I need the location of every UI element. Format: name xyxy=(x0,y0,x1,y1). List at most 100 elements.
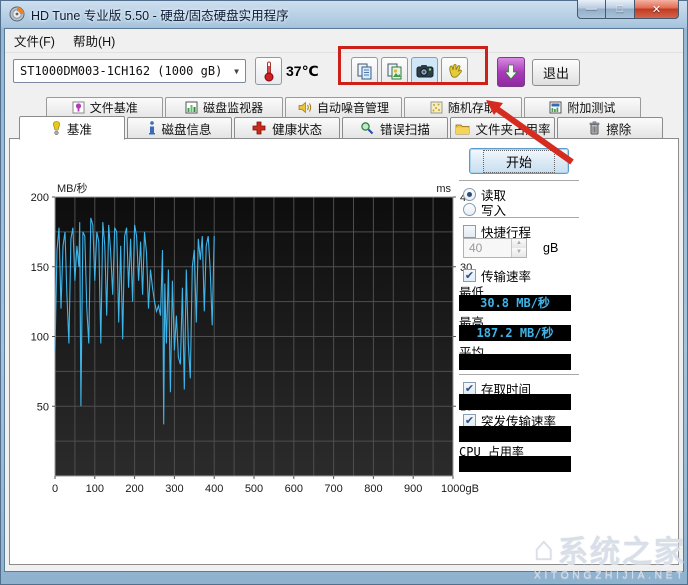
menu-file[interactable]: 文件(F) xyxy=(5,28,64,53)
thermometer-icon xyxy=(264,61,273,82)
client-area: 文件(F) 帮助(H) ST1000DM003-1CH162 (1000 gB)… xyxy=(4,28,684,572)
tab-label: 磁盘信息 xyxy=(161,122,212,137)
svg-text:MB/秒: MB/秒 xyxy=(57,181,88,195)
divider xyxy=(459,180,579,181)
spin-down-icon[interactable]: ▼ xyxy=(512,248,526,257)
tabs-main-row: 基准 磁盘信息 健康状态 错误扫描 文件夹占用率 擦除 xyxy=(19,116,665,140)
start-button[interactable]: 开始 xyxy=(469,148,569,174)
svg-text:200: 200 xyxy=(125,483,143,495)
close-icon: ✕ xyxy=(651,3,662,16)
file-benchmark-icon xyxy=(72,101,85,114)
disk-monitor-icon xyxy=(185,101,198,114)
extra-tests-icon xyxy=(549,101,562,114)
window-title: HD Tune 专业版 5.50 - 硬盘/固态硬盘实用程序 xyxy=(31,8,289,23)
divider xyxy=(459,217,579,218)
spin-up-icon[interactable]: ▲ xyxy=(512,239,526,248)
tab-error-scan[interactable]: 错误扫描 xyxy=(342,117,448,139)
toolbar: ST1000DM003-1CH162 (1000 gB) ▼ 37℃ 退出 xyxy=(5,54,683,96)
erase-trash-icon xyxy=(589,121,600,135)
tab-label: 错误扫描 xyxy=(379,122,430,137)
tab-disk-info[interactable]: 磁盘信息 xyxy=(126,117,233,139)
update-download-button[interactable] xyxy=(497,57,525,87)
drive-select-value: ST1000DM003-1CH162 (1000 gB) xyxy=(20,64,223,78)
minimize-button[interactable]: — xyxy=(577,0,606,19)
transfer-rate-checkbox[interactable]: ✔ xyxy=(463,269,476,282)
exit-button-label: 退出 xyxy=(542,66,569,81)
benchmark-chart: 0 100 200 300 400 500 600 700 800 900 1000gB 50 100 1… xyxy=(31,181,479,495)
tab-label: 随机存取 xyxy=(447,101,496,115)
tab-label: 擦除 xyxy=(606,122,632,137)
minimize-icon: — xyxy=(586,3,597,15)
check-icon: ✔ xyxy=(464,382,475,395)
temperature-button[interactable] xyxy=(255,57,282,85)
folder-usage-icon xyxy=(455,124,469,134)
tab-random-access[interactable]: 随机存取 xyxy=(404,97,522,117)
health-cross-icon xyxy=(252,121,266,135)
error-scan-icon xyxy=(361,122,374,135)
avg-value xyxy=(459,354,571,370)
tab-benchmark[interactable]: 基准 xyxy=(19,116,125,140)
download-arrow-icon xyxy=(504,64,518,80)
tab-label: 基准 xyxy=(66,122,92,137)
tab-extra-tests[interactable]: 附加测试 xyxy=(523,97,642,117)
tab-label: 健康状态 xyxy=(272,122,323,137)
benchmark-icon xyxy=(52,121,60,135)
hand-icon xyxy=(448,64,462,78)
tab-disk-monitor[interactable]: 磁盘监视器 xyxy=(165,97,283,117)
tab-label: 文件夹占用率 xyxy=(475,122,551,137)
tab-label: 附加测试 xyxy=(567,101,616,115)
tab-folder-usage[interactable]: 文件夹占用率 xyxy=(449,117,556,139)
maximize-button[interactable]: □ xyxy=(606,0,634,19)
transfer-rate-label: 传输速率 xyxy=(481,270,532,284)
shortstroke-size-value: 40 xyxy=(469,241,483,255)
write-radio[interactable] xyxy=(463,203,476,216)
check-icon: ✔ xyxy=(464,414,475,427)
copy-image-button[interactable] xyxy=(381,57,408,85)
disk-info-icon xyxy=(148,121,155,135)
min-value: 30.8 MB/秒 xyxy=(459,295,571,311)
svg-text:1000gB: 1000gB xyxy=(441,483,479,495)
svg-text:500: 500 xyxy=(245,483,263,495)
menu-bar: 文件(F) 帮助(H) xyxy=(5,29,683,53)
save-gallery-button[interactable] xyxy=(441,57,468,85)
copy-image-icon xyxy=(387,63,401,80)
tab-erase[interactable]: 擦除 xyxy=(557,117,664,139)
shortstroke-checkbox[interactable] xyxy=(463,225,476,238)
tab-label: 磁盘监视器 xyxy=(203,101,264,115)
shortstroke-unit: gB xyxy=(543,241,559,255)
svg-text:200: 200 xyxy=(31,192,49,204)
noise-management-icon xyxy=(298,101,312,114)
copy-text-button[interactable] xyxy=(351,57,378,85)
screenshot-button[interactable] xyxy=(411,57,438,85)
temperature-value: 37℃ xyxy=(286,63,319,79)
exit-button[interactable]: 退出 xyxy=(532,59,580,86)
svg-text:150: 150 xyxy=(31,262,49,274)
max-value: 187.2 MB/秒 xyxy=(459,325,571,341)
tabs-top-row: 文件基准 磁盘监视器 自动噪音管理 随机存取 附加测试 xyxy=(46,97,643,117)
random-access-icon xyxy=(430,101,443,114)
svg-text:600: 600 xyxy=(285,483,303,495)
svg-text:50: 50 xyxy=(37,401,49,413)
shortstroke-size-stepper[interactable]: 40 ▲ ▼ xyxy=(463,238,527,258)
divider xyxy=(459,374,579,375)
camera-icon xyxy=(416,65,433,78)
tab-health[interactable]: 健康状态 xyxy=(234,117,341,139)
tab-file-benchmark[interactable]: 文件基准 xyxy=(46,97,164,117)
drive-select-dropdown[interactable]: ST1000DM003-1CH162 (1000 gB) ▼ xyxy=(13,59,246,83)
tab-noise-management[interactable]: 自动噪音管理 xyxy=(284,97,403,117)
svg-text:300: 300 xyxy=(165,483,183,495)
tab-label: 文件基准 xyxy=(89,101,138,115)
svg-text:900: 900 xyxy=(404,483,422,495)
svg-text:100: 100 xyxy=(31,332,49,344)
svg-text:ms: ms xyxy=(436,183,451,195)
access-time-value xyxy=(459,394,571,410)
app-window: HD Tune 专业版 5.50 - 硬盘/固态硬盘实用程序 — □ ✕ 文件(… xyxy=(0,0,688,585)
burst-rate-value xyxy=(459,426,571,442)
check-icon: ✔ xyxy=(464,269,475,282)
copy-text-icon xyxy=(357,63,371,80)
close-button[interactable]: ✕ xyxy=(634,0,679,19)
menu-help[interactable]: 帮助(H) xyxy=(64,28,124,53)
svg-text:0: 0 xyxy=(52,483,58,495)
maximize-icon: □ xyxy=(616,3,624,15)
tab-label: 自动噪音管理 xyxy=(317,101,390,115)
